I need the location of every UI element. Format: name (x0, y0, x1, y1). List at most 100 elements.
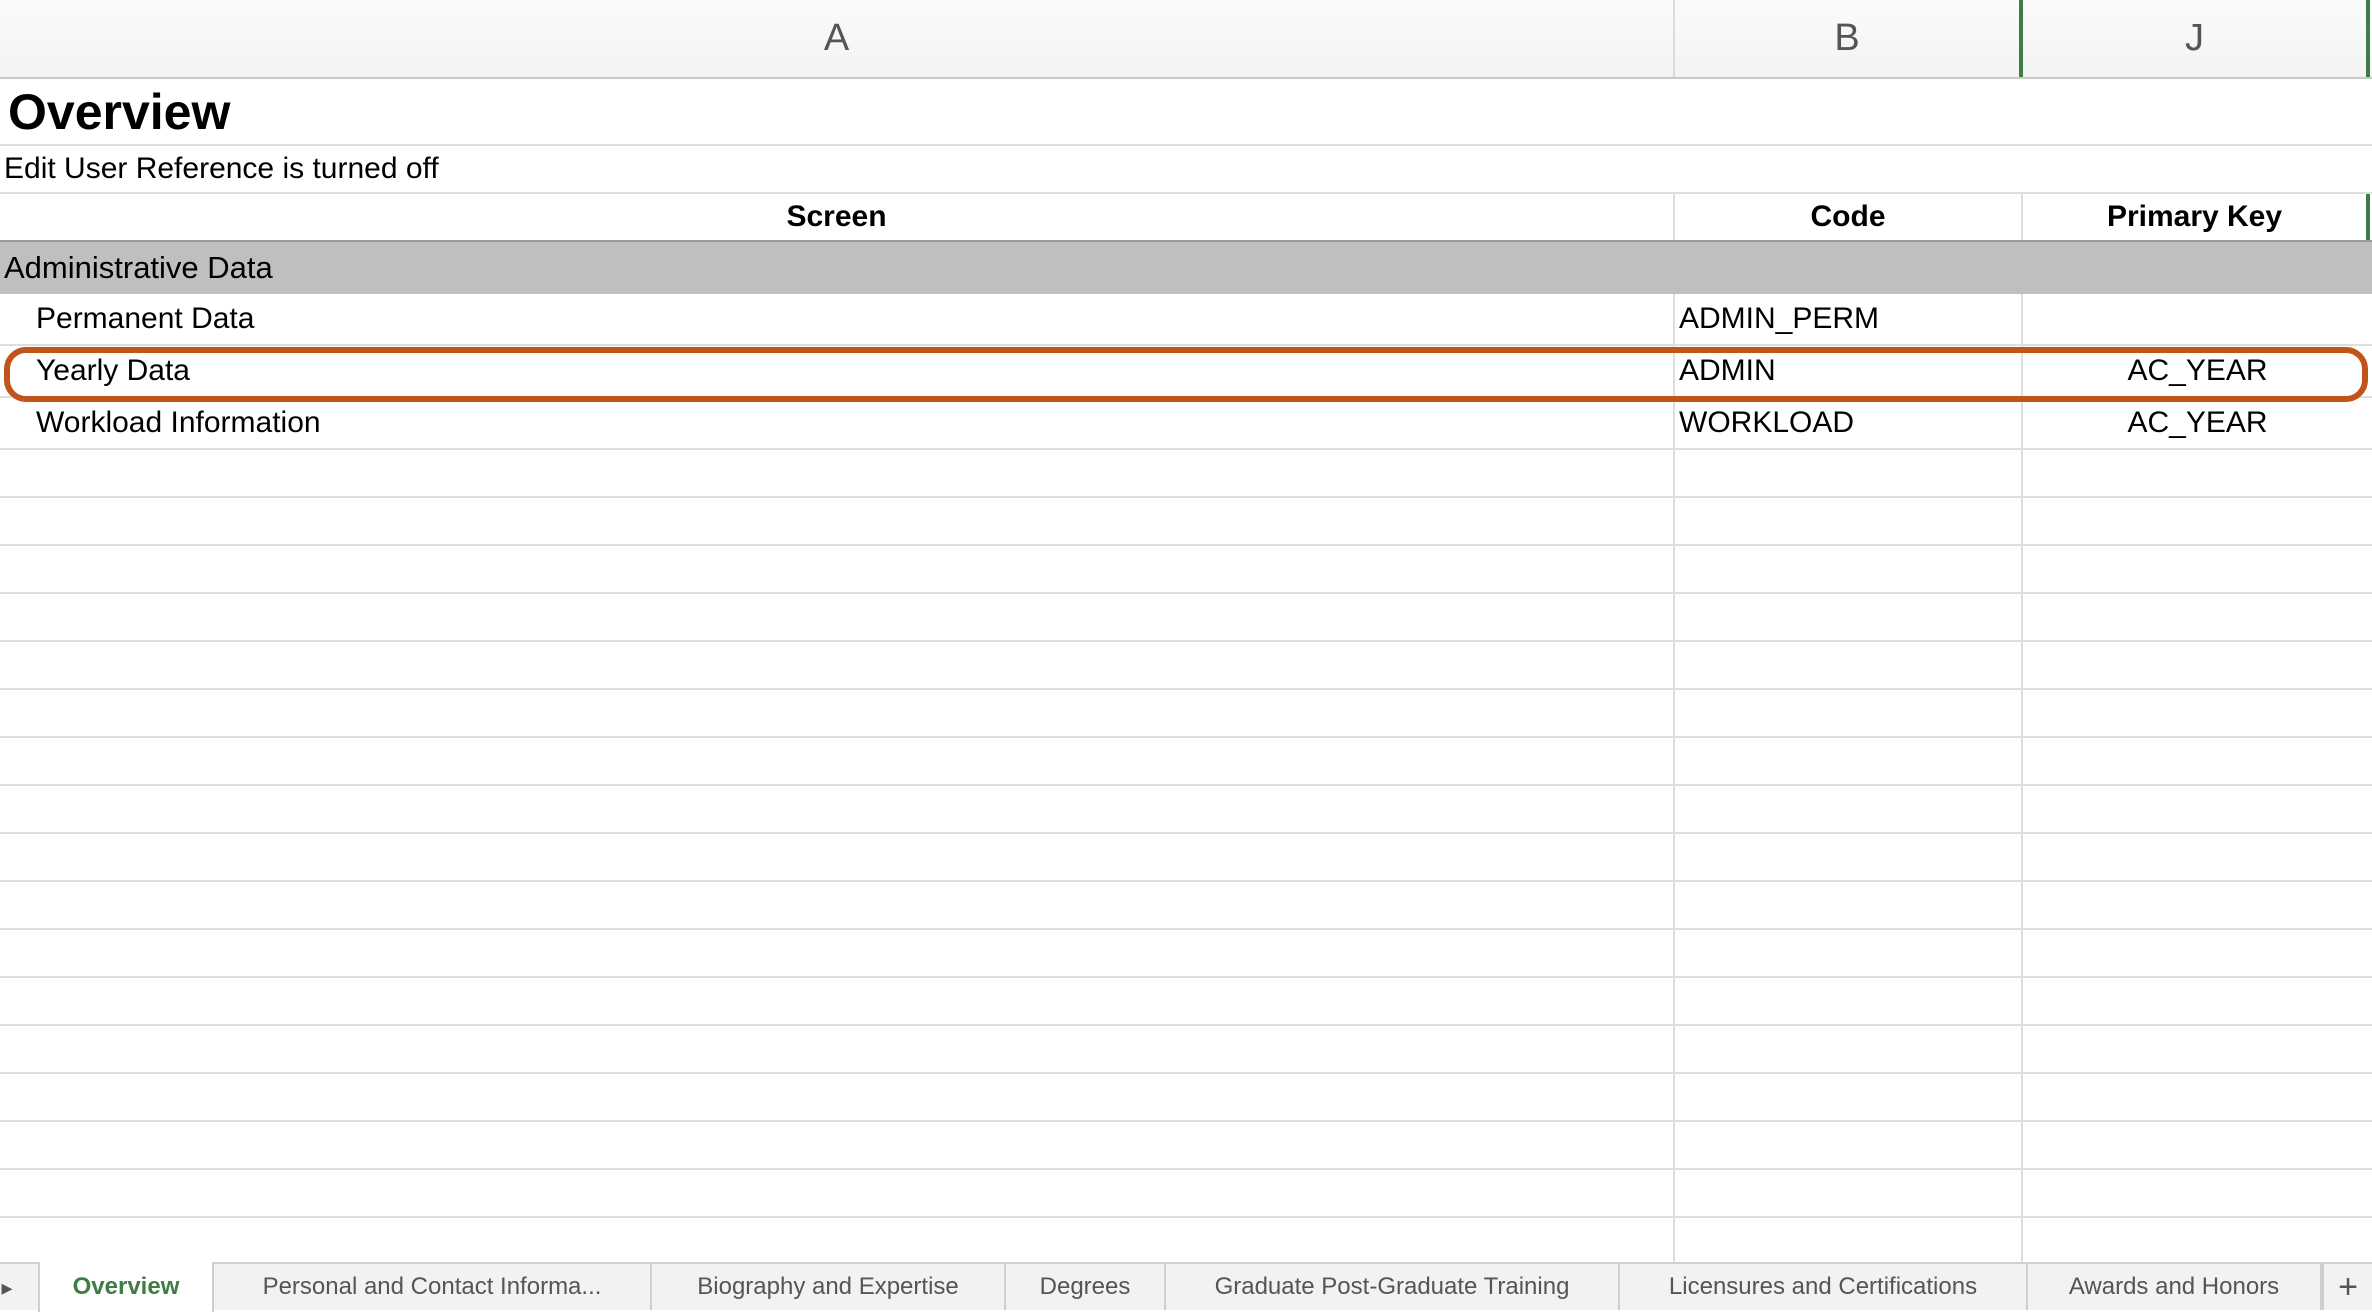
tab-overview[interactable]: Overview (38, 1262, 214, 1312)
empty-cell[interactable] (1675, 738, 2023, 784)
empty-cell[interactable] (2023, 786, 2372, 832)
empty-cell[interactable] (2023, 1026, 2372, 1072)
empty-row (0, 498, 2372, 546)
empty-row (0, 642, 2372, 690)
empty-cell[interactable] (1675, 498, 2023, 544)
empty-cell[interactable] (2023, 1170, 2372, 1216)
empty-cell[interactable] (0, 834, 1675, 880)
empty-row (0, 1026, 2372, 1074)
tab-awards-and-honors[interactable]: Awards and Honors (2028, 1264, 2322, 1310)
empty-row (0, 1074, 2372, 1122)
empty-cell[interactable] (0, 1074, 1675, 1120)
empty-cell[interactable] (1675, 930, 2023, 976)
empty-row (0, 882, 2372, 930)
empty-cell[interactable] (1675, 546, 2023, 592)
empty-cell[interactable] (2023, 930, 2372, 976)
empty-cell[interactable] (1675, 1170, 2023, 1216)
table-row: Workload Information WORKLOAD AC_YEAR (0, 398, 2372, 450)
empty-row (0, 1170, 2372, 1218)
column-header-b[interactable]: B (1675, 0, 2023, 77)
group-row: Administrative Data (0, 242, 2372, 294)
tab-licensures-and-certifications[interactable]: Licensures and Certifications (1620, 1264, 2028, 1310)
triangle-right-icon[interactable]: ▸ (0, 1275, 14, 1300)
primary-key-cell[interactable] (2023, 294, 2372, 344)
empty-cell[interactable] (0, 1026, 1675, 1072)
empty-cell[interactable] (1675, 786, 2023, 832)
primary-key-header-cell[interactable]: Primary Key (2023, 194, 2370, 240)
plus-icon[interactable]: + (2322, 1264, 2372, 1310)
empty-cell[interactable] (0, 978, 1675, 1024)
empty-row (0, 930, 2372, 978)
empty-cell[interactable] (2023, 498, 2372, 544)
code-cell[interactable]: ADMIN (1675, 346, 2023, 396)
group-label-cell[interactable]: Administrative Data (0, 242, 2372, 294)
empty-cell[interactable] (2023, 642, 2372, 688)
empty-cell[interactable] (1675, 1218, 2023, 1262)
empty-cell[interactable] (2023, 546, 2372, 592)
spreadsheet-grid: A B J Overview Edit User Reference is tu… (0, 0, 2372, 1262)
tab-biography-and-expertise[interactable]: Biography and Expertise (652, 1264, 1006, 1310)
code-cell[interactable]: ADMIN_PERM (1675, 294, 2023, 344)
code-header-cell[interactable]: Code (1675, 194, 2023, 240)
empty-cell[interactable] (0, 1170, 1675, 1216)
empty-cell[interactable] (0, 930, 1675, 976)
empty-cell[interactable] (0, 1218, 1675, 1262)
empty-cell[interactable] (2023, 978, 2372, 1024)
empty-cell[interactable] (0, 498, 1675, 544)
empty-cell[interactable] (0, 1122, 1675, 1168)
empty-cell[interactable] (1675, 1074, 2023, 1120)
empty-cell[interactable] (0, 882, 1675, 928)
empty-cell[interactable] (0, 594, 1675, 640)
empty-row (0, 450, 2372, 498)
empty-cell[interactable] (2023, 594, 2372, 640)
empty-cell[interactable] (1675, 834, 2023, 880)
screen-cell[interactable]: Yearly Data (0, 346, 1675, 396)
primary-key-cell[interactable]: AC_YEAR (2023, 398, 2372, 448)
empty-row (0, 690, 2372, 738)
empty-cell[interactable] (1675, 978, 2023, 1024)
empty-cell[interactable] (2023, 834, 2372, 880)
empty-cell[interactable] (0, 738, 1675, 784)
empty-row (0, 1122, 2372, 1170)
empty-cell[interactable] (1675, 1026, 2023, 1072)
tab-degrees[interactable]: Degrees (1006, 1264, 1166, 1310)
empty-cell[interactable] (0, 690, 1675, 736)
empty-cell[interactable] (2023, 1074, 2372, 1120)
tab-personal-and-contact-information[interactable]: Personal and Contact Informa... (214, 1264, 652, 1310)
empty-cell[interactable] (0, 786, 1675, 832)
empty-cell[interactable] (0, 546, 1675, 592)
screen-header-cell[interactable]: Screen (0, 194, 1675, 240)
empty-cell[interactable] (0, 642, 1675, 688)
empty-row (0, 978, 2372, 1026)
empty-cell[interactable] (2023, 450, 2372, 496)
empty-cell[interactable] (1675, 1122, 2023, 1168)
tab-graduate-post-graduate-training[interactable]: Graduate Post-Graduate Training (1166, 1264, 1620, 1310)
empty-row (0, 786, 2372, 834)
column-header-a[interactable]: A (0, 0, 1675, 77)
primary-key-cell[interactable]: AC_YEAR (2023, 346, 2372, 396)
empty-cell[interactable] (2023, 882, 2372, 928)
table-header-row: Screen Code Primary Key (0, 194, 2372, 242)
empty-cell[interactable] (2023, 690, 2372, 736)
column-header-bar: A B J (0, 0, 2372, 79)
note-row: Edit User Reference is turned off (0, 146, 2372, 194)
empty-cell[interactable] (2023, 1122, 2372, 1168)
sheet-title-cell[interactable]: Overview (0, 79, 2372, 144)
table-row: Yearly Data ADMIN AC_YEAR (0, 346, 2372, 398)
table-row: Permanent Data ADMIN_PERM (0, 294, 2372, 346)
column-header-j[interactable]: J (2023, 0, 2370, 77)
sheet-tab-bar: ▸ Overview Personal and Contact Informa.… (0, 1262, 2372, 1312)
empty-cell[interactable] (1675, 882, 2023, 928)
empty-cell[interactable] (1675, 642, 2023, 688)
empty-cell[interactable] (2023, 738, 2372, 784)
empty-cell[interactable] (2023, 1218, 2372, 1262)
screen-cell[interactable]: Workload Information (0, 398, 1675, 448)
edit-reference-note-cell[interactable]: Edit User Reference is turned off (0, 146, 2372, 192)
empty-cell[interactable] (1675, 450, 2023, 496)
screen-cell[interactable]: Permanent Data (0, 294, 1675, 344)
empty-cell[interactable] (0, 450, 1675, 496)
empty-cell[interactable] (1675, 594, 2023, 640)
empty-cell[interactable] (1675, 690, 2023, 736)
code-cell[interactable]: WORKLOAD (1675, 398, 2023, 448)
empty-row (0, 546, 2372, 594)
